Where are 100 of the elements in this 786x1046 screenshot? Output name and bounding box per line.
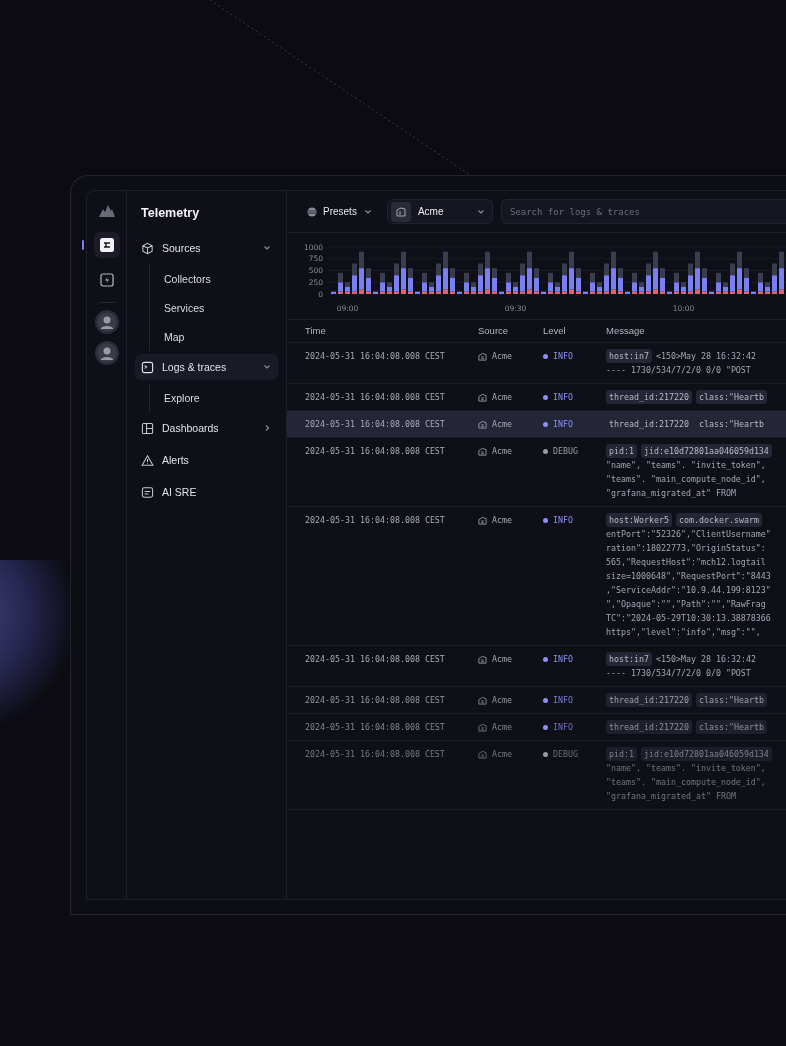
- tag: com.docker.swarm: [675, 513, 762, 527]
- database-icon: [307, 206, 317, 217]
- source-dropdown[interactable]: Acme: [386, 199, 493, 224]
- sidebar-subitem[interactable]: Collectors: [150, 264, 278, 293]
- log-row[interactable]: 2024-05-31 16:04:08.008 CEST Acme INFO thread_id:217220 class:"Heartb: [287, 411, 786, 438]
- level-label: INFO: [553, 350, 573, 363]
- log-row[interactable]: 2024-05-31 16:04:08.008 CEST Acme INFO thread_id:217220 class:"Heartb: [287, 714, 786, 741]
- search-field[interactable]: Search for logs & traces: [500, 199, 786, 224]
- user-avatar[interactable]: [94, 310, 119, 334]
- table-cell-text: 2024-05-31 16:04:08.008 CEST: [305, 418, 446, 431]
- chart-bar: [541, 291, 546, 294]
- table-cell-text: Acme: [492, 350, 512, 363]
- chart-bar: [331, 291, 336, 294]
- log-row[interactable]: 2024-05-31 16:04:08.008 CEST Acme INFO host:in7 <150>May 28 16:32:42 ---- 1730/534/7/2/0 0/0 "POST: [287, 343, 786, 384]
- building-icon: [478, 446, 487, 456]
- chart-bar: [415, 291, 420, 294]
- log-row[interactable]: 2024-05-31 16:04:08.008 CEST Acme DEBUG pid:1 jid:e10d72801aa046059d134 "name", "teams". "invite_token", "teams". "main_compute_node_id", "grafana_migrated_at" FROM: [287, 438, 786, 507]
- table-cell-text: 2024-05-31 16:04:08.008 CEST: [305, 514, 446, 527]
- table-cell-text: Acme: [492, 418, 512, 431]
- column-header: Source: [478, 325, 510, 336]
- column-header: Time: [305, 325, 327, 336]
- sidebar-item[interactable]: Dashboards: [135, 415, 278, 441]
- log-row[interactable]: 2024-05-31 16:04:08.008 CEST Acme INFO host:in7 <150>May 28 16:32:42 ---- 1730/534/7/2/0 0/0 "POST: [287, 646, 786, 687]
- log-row[interactable]: 2024-05-31 16:04:08.008 CEST Acme DEBUG pid:1 jid:e10d72801aa046059d134 "name", "teams". "invite_token", "teams". "main_compute_node_id", "grafana_migrated_at" FROM: [287, 741, 786, 810]
- message-text: ","Opaque":"","Path":"","RawFrag: [606, 598, 767, 611]
- chart-bar: [373, 291, 378, 294]
- chart-bar: [751, 291, 756, 294]
- tag: thread_id:217220: [606, 720, 692, 734]
- level-label: DEBUG: [553, 445, 578, 458]
- sidebar-subitem[interactable]: Explore: [150, 383, 278, 412]
- message-text: "teams". "main_compute_node_id",: [606, 473, 767, 486]
- message-text: "teams". "main_compute_node_id",: [606, 776, 767, 789]
- tag: jid:e10d72801aa046059d134: [641, 747, 772, 761]
- chat-icon: [141, 485, 154, 499]
- message-text: https","level":"info","msg":"",: [606, 626, 762, 639]
- message-text: ,"ServiceAddr":"10.9.44.199:8123": [606, 584, 772, 597]
- column-header: Message: [606, 325, 646, 336]
- user-avatar[interactable]: [94, 341, 119, 365]
- column-header: Level: [543, 325, 567, 336]
- presets-dropdown[interactable]: Presets: [301, 199, 379, 224]
- table-cell-text: Acme: [492, 514, 512, 527]
- tag: jid:e10d72801aa046059d134: [641, 444, 772, 458]
- table-cell-text: Acme: [492, 748, 512, 761]
- message-text: "grafana_migrated_at" FROM: [606, 487, 737, 500]
- message-text: "grafana_migrated_at" FROM: [606, 790, 737, 803]
- level-label: INFO: [553, 514, 573, 527]
- level-label: INFO: [553, 418, 573, 431]
- message-text: entPort":"52326","ClientUsername": [606, 528, 772, 541]
- chart-bar: [499, 291, 504, 294]
- building-icon: [478, 695, 487, 705]
- message-text: ---- 1730/534/7/2/0 0/0 "POST: [606, 364, 752, 377]
- table-cell-text: 2024-05-31 16:04:08.008 CEST: [305, 721, 446, 734]
- sidebar-subitem[interactable]: Services: [150, 293, 278, 322]
- table-cell-text: Acme: [492, 653, 512, 666]
- table-cell-text: Acme: [492, 721, 512, 734]
- chart-bar: [667, 291, 672, 294]
- tag: thread_id:217220: [606, 390, 692, 404]
- table-cell-text: Acme: [492, 391, 512, 404]
- message-text: ration":18022773,"OriginStatus":: [606, 542, 767, 555]
- level-label: INFO: [553, 694, 573, 707]
- building-icon: [478, 515, 487, 525]
- table-cell-text: Acme: [492, 694, 512, 707]
- sidebar-item[interactable]: Sources: [135, 235, 278, 261]
- logo-icon: [98, 205, 115, 217]
- log-row[interactable]: 2024-05-31 16:04:08.008 CEST Acme INFO thread_id:217220 class:"Heartb: [287, 687, 786, 714]
- building-icon: [478, 392, 487, 402]
- building-icon: [478, 419, 487, 429]
- tag: host:Worker5: [606, 513, 672, 527]
- box-icon: [99, 238, 114, 252]
- building-icon: [478, 654, 487, 664]
- chart-bar: [583, 291, 588, 294]
- message-text: <150>May 28 16:32:42: [655, 653, 756, 666]
- table-cell-text: 2024-05-31 16:04:08.008 CEST: [305, 653, 446, 666]
- table-cell-text: Acme: [492, 445, 512, 458]
- sidebar-item[interactable]: Alerts: [135, 447, 278, 473]
- building-icon: [390, 201, 411, 222]
- chart-bar: [709, 291, 714, 294]
- building-icon: [478, 722, 487, 732]
- table-cell-text: 2024-05-31 16:04:08.008 CEST: [305, 350, 446, 363]
- table-cell-text: 2024-05-31 16:04:08.008 CEST: [305, 391, 446, 404]
- sidebar-item[interactable]: Logs & traces: [135, 354, 278, 380]
- sidebar-item[interactable]: AI SRE: [135, 479, 278, 505]
- table-cell-text: 2024-05-31 16:04:08.008 CEST: [305, 694, 446, 707]
- table-cell-text: 2024-05-31 16:04:08.008 CEST: [305, 445, 446, 458]
- tag: host:in7: [606, 349, 652, 363]
- message-text: "name", "teams". "invite_token",: [606, 762, 767, 775]
- level-label: INFO: [553, 391, 573, 404]
- tag: class:"Heartb: [695, 390, 767, 404]
- message-text: 565,"RequestHost":"mch12.logtail: [606, 556, 767, 569]
- bolt-icon: [99, 273, 114, 287]
- message-text: TC":"2024-05-29T10:30:13.38878366: [606, 612, 772, 625]
- level-label: INFO: [553, 721, 573, 734]
- tag: thread_id:217220: [606, 417, 692, 431]
- message-text: "name", "teams". "invite_token",: [606, 459, 767, 472]
- active-indicator: [81, 240, 84, 250]
- cube-icon: [141, 241, 154, 255]
- sidebar-subitem[interactable]: Map: [150, 322, 278, 351]
- dashboard-icon: [141, 421, 154, 435]
- level-label: DEBUG: [553, 748, 578, 761]
- tag: host:in7: [606, 652, 652, 666]
